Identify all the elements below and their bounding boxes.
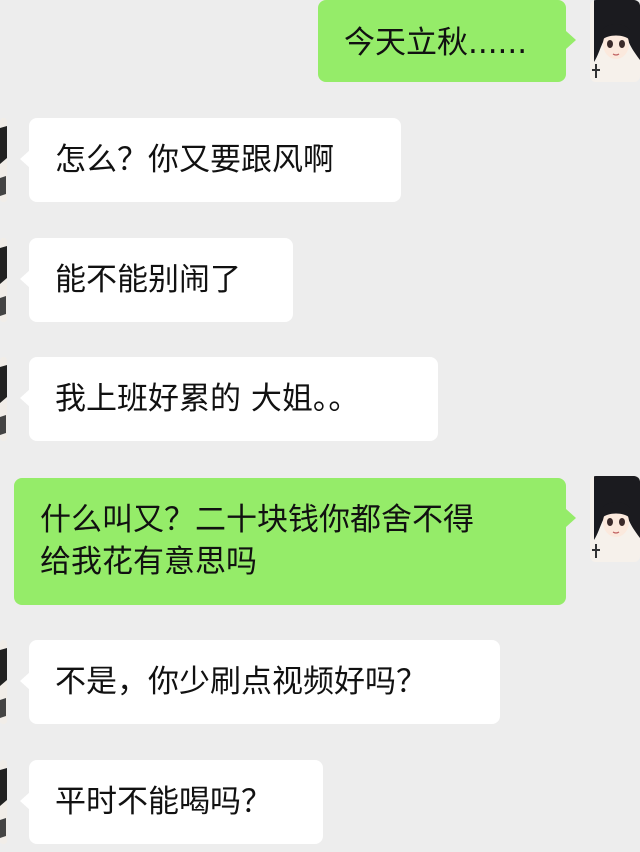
anime-girl-avatar-icon[interactable] — [590, 0, 640, 82]
message-bubble-outgoing[interactable]: 今天立秋...... — [318, 0, 566, 82]
bubble-tail — [566, 509, 576, 527]
bubble-tail — [566, 31, 576, 49]
message-bubble-outgoing[interactable]: 什么叫又？二十块钱你都舍不得 给我花有意思吗 — [14, 478, 566, 605]
message-bubble-incoming[interactable]: 怎么？你又要跟风啊 — [29, 118, 401, 202]
peer-avatar-icon[interactable] — [0, 118, 7, 202]
chat-area[interactable]: 今天立秋...... 怎么？你又要跟风啊 能不能别闹了 我上班好累的 大姐。。 … — [0, 0, 640, 852]
message-bubble-incoming[interactable]: 不是，你少刷点视频好吗？ — [29, 640, 500, 724]
peer-avatar-icon[interactable] — [0, 640, 7, 724]
anime-girl-avatar-icon[interactable] — [590, 476, 640, 562]
peer-avatar-icon[interactable] — [0, 357, 7, 441]
message-bubble-incoming[interactable]: 平时不能喝吗？ — [29, 760, 323, 844]
peer-avatar-icon[interactable] — [0, 760, 7, 844]
peer-avatar-icon[interactable] — [0, 238, 7, 322]
message-bubble-incoming[interactable]: 能不能别闹了 — [29, 238, 293, 322]
message-bubble-incoming[interactable]: 我上班好累的 大姐。。 — [29, 357, 438, 441]
